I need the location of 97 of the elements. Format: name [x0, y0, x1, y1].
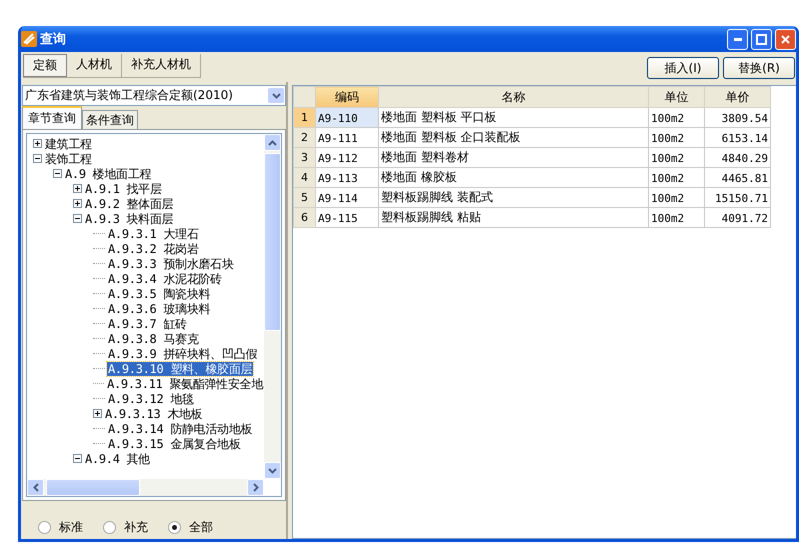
- tab[interactable]: 人材机: [67, 54, 122, 77]
- table-cell: 15150.71: [704, 188, 770, 208]
- scroll-left-icon[interactable]: [32, 483, 38, 492]
- radio-label: 全部: [189, 519, 213, 536]
- tree-item[interactable]: A.9.3.6 玻璃块料: [107, 302, 212, 316]
- minimize-icon: [734, 38, 742, 40]
- tree-item[interactable]: A.9.3.7 缸砖: [107, 316, 188, 330]
- dropdown-value: 广东省建筑与装饰工程综合定额(2010): [25, 87, 234, 104]
- action-button[interactable]: 插入(I): [647, 57, 719, 79]
- tree-item[interactable]: A.9.3.4 水泥花阶砖: [107, 272, 223, 286]
- horizontal-scrollbar[interactable]: [27, 479, 264, 496]
- table-cell: 4465.81: [704, 168, 770, 188]
- row-number[interactable]: 1: [294, 108, 316, 128]
- tree-item[interactable]: A.9.3.8 马赛克: [107, 332, 200, 346]
- table-cell: 100m2: [648, 168, 704, 188]
- radio-icon[interactable]: [38, 521, 51, 534]
- row-number[interactable]: 5: [294, 188, 316, 208]
- collapse-icon[interactable]: [33, 154, 42, 163]
- tree-item[interactable]: A.9.3.15 金属复合地板: [107, 436, 242, 450]
- table-cell: A9-113: [316, 168, 378, 188]
- app-icon: [21, 31, 37, 47]
- tree-item[interactable]: A.9.3.14 防静电活动地板: [107, 422, 254, 436]
- table-cell: 100m2: [648, 148, 704, 168]
- expand-icon[interactable]: [33, 139, 42, 148]
- tree-item[interactable]: A.9.3.12 地毯: [107, 392, 195, 406]
- action-button[interactable]: 替换(R): [723, 57, 795, 79]
- table-cell: A9-111: [316, 128, 378, 148]
- close-icon: [781, 34, 790, 44]
- table-cell: 6153.14: [704, 128, 770, 148]
- tree-item[interactable]: A.9.3.10 塑料、橡胶面层: [107, 362, 254, 376]
- tree-item[interactable]: A.9.3.3 预制水磨石块: [107, 256, 235, 270]
- scroll-down-icon[interactable]: [268, 468, 277, 474]
- expand-icon[interactable]: [73, 199, 82, 208]
- row-number[interactable]: 3: [294, 148, 316, 168]
- close-button[interactable]: [775, 28, 796, 50]
- expand-icon[interactable]: [73, 184, 82, 193]
- table-cell: A9-110: [316, 108, 378, 128]
- scroll-up-icon[interactable]: [268, 140, 277, 146]
- corner-header: [294, 86, 316, 108]
- maximize-button[interactable]: [751, 28, 772, 50]
- collapse-icon[interactable]: [53, 169, 62, 178]
- tab[interactable]: 章节查询: [22, 106, 82, 129]
- window-title: 查询: [40, 31, 67, 48]
- row-number[interactable]: 4: [294, 168, 316, 188]
- collapse-icon[interactable]: [73, 454, 82, 463]
- library-dropdown[interactable]: 广东省建筑与装饰工程综合定额(2010): [22, 85, 286, 106]
- vertical-scrollbar[interactable]: [264, 134, 281, 479]
- filter-radio[interactable]: 全部: [168, 519, 213, 536]
- tab[interactable]: 定额: [23, 54, 67, 77]
- tree-item[interactable]: A.9.3.13 木地板: [104, 406, 204, 420]
- collapse-icon[interactable]: [73, 214, 82, 223]
- table-cell: 楼地面 橡胶板: [378, 168, 648, 188]
- table-cell: 楼地面 塑料板 企口装配板: [378, 128, 648, 148]
- tree-item[interactable]: A.9.1 找平层: [84, 182, 163, 196]
- radio-icon[interactable]: [103, 521, 116, 534]
- column-header[interactable]: 单价: [704, 86, 770, 108]
- filter-radio[interactable]: 标准: [38, 519, 83, 536]
- tree-item[interactable]: A.9.3.9 拼碎块料、凹凸假: [107, 346, 258, 360]
- column-header[interactable]: 名称: [378, 86, 648, 108]
- table-cell: 塑料板踢脚线 装配式: [378, 188, 648, 208]
- table-cell: 100m2: [648, 188, 704, 208]
- tree-item[interactable]: A.9.3.2 花岗岩: [107, 242, 200, 256]
- tree-item[interactable]: 建筑工程: [44, 136, 93, 150]
- table-cell: 100m2: [648, 208, 704, 228]
- tree-item[interactable]: A.9.3.1 大理石: [107, 226, 200, 240]
- filter-radio[interactable]: 补充: [103, 519, 148, 536]
- tree-item[interactable]: A.9.3.5 陶瓷块料: [107, 286, 212, 300]
- tree-item[interactable]: 装饰工程: [44, 152, 93, 166]
- column-header[interactable]: 单位: [648, 86, 704, 108]
- tree-item[interactable]: A.9.3.11 聚氨酯弹性安全地: [106, 376, 264, 390]
- scroll-right-icon[interactable]: [252, 483, 258, 492]
- table-cell: A9-112: [316, 148, 378, 168]
- tree-item[interactable]: A.9.3 块料面层: [84, 212, 174, 226]
- table-cell: 楼地面 塑料卷材: [378, 148, 648, 168]
- table-cell: A9-115: [316, 208, 378, 228]
- minimize-button[interactable]: [727, 28, 748, 50]
- tab[interactable]: 条件查询: [82, 110, 138, 129]
- row-number[interactable]: 2: [294, 128, 316, 148]
- tree-item[interactable]: A.9.4 其他: [84, 452, 151, 466]
- table-cell: 4091.72: [704, 208, 770, 228]
- table-cell: 4840.29: [704, 148, 770, 168]
- tree-item[interactable]: A.9.2 整体面层: [84, 196, 174, 210]
- radio-icon[interactable]: [168, 521, 181, 534]
- table-cell: 100m2: [648, 128, 704, 148]
- expand-icon[interactable]: [93, 409, 102, 418]
- radio-label: 补充: [124, 519, 148, 536]
- column-header[interactable]: 编码: [316, 86, 378, 108]
- table-cell: 3809.54: [704, 108, 770, 128]
- table-cell: 楼地面 塑料板 平口板: [378, 108, 648, 128]
- maximize-icon: [756, 34, 767, 44]
- radio-label: 标准: [59, 519, 83, 536]
- table-cell: 100m2: [648, 108, 704, 128]
- tab[interactable]: 补充人材机: [122, 54, 201, 77]
- table-cell: A9-114: [316, 188, 378, 208]
- table-cell: 塑料板踢脚线 粘贴: [378, 208, 648, 228]
- tree-item[interactable]: A.9 楼地面工程: [64, 166, 152, 180]
- row-number[interactable]: 6: [294, 208, 316, 228]
